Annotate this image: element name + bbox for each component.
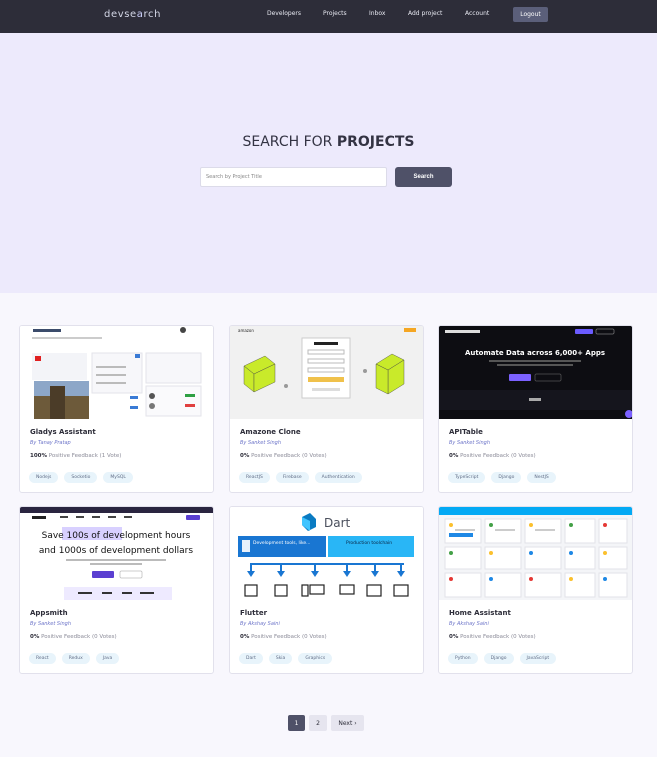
project-feedback: 0% Positive Feedback (0 Votes) [240,453,327,459]
tag-list: React Redux Java [29,653,120,664]
tag-list: Python Django JavaScript [448,653,557,664]
tag[interactable]: Firebase [275,472,309,483]
page-title: SEARCH FOR PROJECTS [242,134,415,150]
project-title[interactable]: Flutter [240,609,267,617]
tag-list: TypeScript Django NestJS [448,472,556,483]
appsmith-headline-2: and 1000s of development dollars [39,546,193,556]
project-thumbnail: Automate Data across 6,000+ Apps [439,326,632,419]
tag-list: Nodejs Socketio MySQL [29,472,133,483]
pagination-page-1[interactable]: 1 [288,715,305,731]
nav-account[interactable]: Account [465,10,489,17]
tag-list: Dart Skia Graphics [239,653,333,664]
project-thumbnail: amazon [230,326,423,419]
nav-inbox[interactable]: Inbox [369,10,385,17]
project-title[interactable]: APITable [449,428,483,436]
nav-add-project[interactable]: Add project [408,10,442,17]
tag[interactable]: Redux [61,653,90,664]
tag[interactable]: Dart [239,653,263,664]
project-card[interactable]: Dart Development tools, like... Producti… [229,506,424,674]
tag[interactable]: Django [491,472,522,483]
project-title[interactable]: Amazone Clone [240,428,301,436]
project-thumbnail [20,326,213,419]
tag[interactable]: ReactJS [239,472,270,483]
project-card[interactable]: Gladys Assistant By Tanay Pratap 100% Po… [19,325,214,493]
amazon-logo-icon: amazon [238,328,254,333]
project-feedback: 0% Positive Feedback (0 Votes) [449,634,536,640]
tag[interactable]: JavaScript [519,653,557,664]
project-card[interactable]: Automate Data across 6,000+ Apps APITabl… [438,325,633,493]
project-author[interactable]: By Sanket Singh [240,440,281,446]
tag[interactable]: Python [448,653,478,664]
hero-search-section: SEARCH FOR PROJECTS Search [0,33,657,293]
tag[interactable]: Django [483,653,514,664]
nav-projects[interactable]: Projects [323,10,347,17]
tag[interactable]: Graphics [298,653,333,664]
project-author[interactable]: By Akshay Saini [240,621,280,627]
brand-logo[interactable]: devsearch [104,9,161,20]
search-input[interactable] [200,167,387,187]
tag[interactable]: MySQL [103,472,133,483]
tag-list: ReactJS Firebase Authentication [239,472,362,483]
pagination-page-2[interactable]: 2 [309,715,327,731]
tag[interactable]: Skia [268,653,293,664]
project-thumbnail: Save 100s of development hours and 1000s… [20,507,213,600]
tag[interactable]: TypeScript [448,472,486,483]
tag[interactable]: Nodejs [29,472,59,483]
project-feedback: 0% Positive Feedback (0 Votes) [240,634,327,640]
project-author[interactable]: By Tanay Pratap [30,440,71,446]
flutter-box-2: Production toolchain [346,540,392,546]
flutter-box-1: Development tools, like... [253,540,310,546]
appsmith-headline-1: Save 100s of development hours [42,531,191,541]
search-button[interactable]: Search [395,167,452,187]
tag[interactable]: Java [95,653,120,664]
project-author[interactable]: By Akshay Saini [449,621,489,627]
project-feedback: 0% Positive Feedback (0 Votes) [30,634,117,640]
logout-button[interactable]: Logout [513,7,548,22]
project-card[interactable]: Save 100s of development hours and 1000s… [19,506,214,674]
project-author[interactable]: By Sanket Singh [30,621,71,627]
nav-developers[interactable]: Developers [267,10,301,17]
project-card[interactable]: Home Assistant By Akshay Saini 0% Positi… [438,506,633,674]
project-feedback: 100% Positive Feedback (1 Vote) [30,453,122,459]
top-navbar: devsearch Developers Projects Inbox Add … [0,0,657,33]
apitable-headline: Automate Data across 6,000+ Apps [465,349,605,357]
project-feedback: 0% Positive Feedback (0 Votes) [449,453,536,459]
project-thumbnail: Dart Development tools, like... Producti… [230,507,423,600]
pagination-next-button[interactable]: Next › [331,715,364,731]
project-author[interactable]: By Sanket Singh [449,440,490,446]
tag[interactable]: Authentication [314,472,362,483]
tag[interactable]: NestJS [527,472,556,483]
project-card[interactable]: amazon Amazone Clone By Sanket Singh 0% … [229,325,424,493]
tag[interactable]: Socketio [64,472,98,483]
project-title[interactable]: Home Assistant [449,609,511,617]
project-thumbnail [439,507,632,600]
project-title[interactable]: Appsmith [30,609,68,617]
project-title[interactable]: Gladys Assistant [30,428,96,436]
dart-logo-text: Dart [324,516,351,530]
tag[interactable]: React [29,653,56,664]
